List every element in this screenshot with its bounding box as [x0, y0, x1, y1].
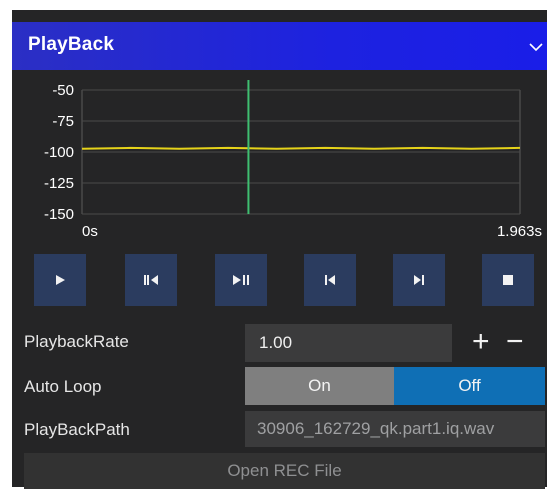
playback-path-field[interactable]: 30906_162729_qk.part1.iq.wav [245, 411, 545, 447]
play-icon [56, 275, 65, 285]
x-start-tick-label: 0s [82, 223, 98, 240]
stop-icon [503, 275, 513, 285]
chevron-down-icon[interactable] [529, 40, 543, 54]
increase-rate-button[interactable]: + [472, 327, 490, 357]
playback-panel: PlayBack -50 -75 -100 -125 -150 0s 1.963s [12, 10, 547, 489]
playback-path-label: PlayBackPath [24, 420, 130, 439]
playback-rate-label: PlaybackRate [24, 332, 129, 351]
y-tick-label: -75 [52, 113, 74, 130]
skip-forward-icon [414, 275, 424, 285]
playback-chart: -50 -75 -100 -125 -150 0s 1.963s [12, 80, 547, 250]
auto-loop-on-toggle[interactable]: On [245, 367, 394, 405]
decrease-rate-button[interactable]: − [506, 327, 524, 357]
y-tick-label: -150 [44, 206, 74, 223]
panel-title-bar[interactable]: PlayBack [12, 22, 547, 70]
step-back-button[interactable] [125, 254, 177, 306]
playback-rate-input[interactable]: 1.00 [245, 324, 452, 362]
open-rec-file-button[interactable]: Open REC File [24, 453, 545, 489]
stop-button[interactable] [482, 254, 534, 306]
x-end-tick-label: 1.963s [497, 223, 542, 240]
auto-loop-off-toggle[interactable]: Off [394, 367, 545, 405]
chart-svg: -50 -75 -100 -125 -150 0s 1.963s [44, 80, 542, 240]
skip-back-button[interactable] [304, 254, 356, 306]
y-tick-label: -100 [44, 144, 74, 161]
y-tick-label: -50 [52, 82, 74, 99]
skip-back-icon [325, 275, 335, 285]
y-tick-label: -125 [44, 175, 74, 192]
step-back-icon [144, 275, 158, 285]
play-pause-icon [233, 275, 249, 285]
play-button[interactable] [34, 254, 86, 306]
panel-title: PlayBack [28, 34, 115, 55]
play-pause-button[interactable] [215, 254, 267, 306]
auto-loop-label: Auto Loop [24, 377, 102, 396]
transport-controls [34, 254, 547, 306]
signal-series-line [81, 146, 521, 150]
skip-forward-button[interactable] [393, 254, 445, 306]
